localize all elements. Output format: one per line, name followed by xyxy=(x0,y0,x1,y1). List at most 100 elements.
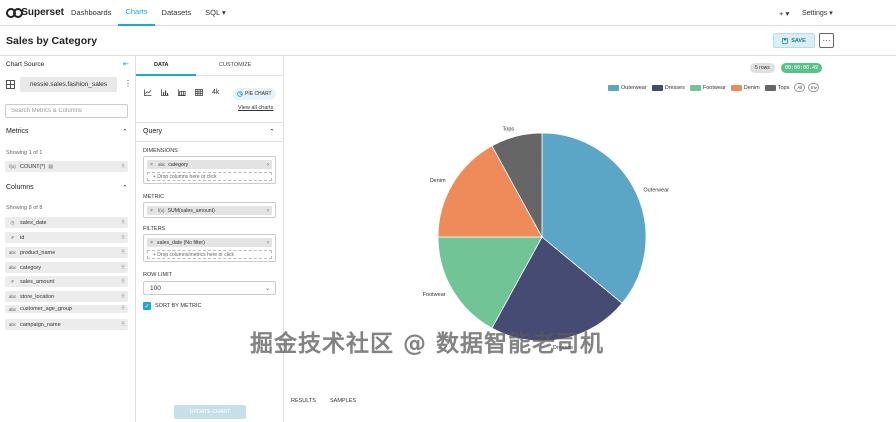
column-item[interactable]: # id ⠿ xyxy=(5,232,128,243)
dataset-menu-icon[interactable]: ⋮ xyxy=(124,79,132,88)
string-icon: abc xyxy=(158,162,166,167)
dataset-name[interactable]: nessie.sales.fashion_sales xyxy=(20,77,117,92)
metric-item[interactable]: f(x) COUNT(*) ▤ ⠿ xyxy=(5,161,128,172)
metrics-chevron-icon[interactable]: ⌃ xyxy=(122,128,128,136)
tab-customize[interactable]: CUSTOMIZE xyxy=(219,62,251,68)
string-icon: abc xyxy=(8,265,17,270)
sort-by-metric-label: SORT BY METRIC xyxy=(155,303,202,309)
remove-icon[interactable]: × xyxy=(150,162,153,168)
recent-viz-types: 4k xyxy=(144,89,219,96)
add-new-menu[interactable]: + ▾ xyxy=(779,9,789,18)
function-icon: f(x) xyxy=(9,164,16,169)
drag-handle-icon[interactable]: ⠿ xyxy=(121,164,125,170)
chevron-right-icon[interactable]: › xyxy=(267,240,269,246)
chevron-right-icon[interactable]: › xyxy=(267,208,269,214)
update-chart-button[interactable]: UPDATE CHART xyxy=(174,405,246,419)
function-icon: f(x) xyxy=(158,208,165,213)
chart-area: 5 rows 00:00:00.49 Outerwear Dresses Foo… xyxy=(284,56,896,422)
pie-label: Outerwear xyxy=(643,187,669,193)
histogram-icon[interactable] xyxy=(178,89,186,96)
dimensions-field: × abc category › + Drop columns here or … xyxy=(143,156,276,184)
metric-field: × f(x) SUM(sales_amount) › xyxy=(143,202,276,218)
bar-chart-icon[interactable] xyxy=(161,89,169,96)
brand-logo[interactable]: Superset xyxy=(0,7,64,18)
viz-type-pill[interactable]: PIE CHART xyxy=(233,88,276,100)
metrics-count: Showing 1 of 1 xyxy=(6,150,43,156)
sort-by-metric-checkbox[interactable]: ✓ xyxy=(143,302,151,310)
watermark-text: 掘金技术社区 @ 数据智能老司机 xyxy=(250,331,605,357)
drag-handle-icon[interactable]: ⠿ xyxy=(121,322,125,328)
column-item[interactable]: abc campaign_name ⠿ xyxy=(5,319,128,330)
big-number-icon[interactable]: 4k xyxy=(212,89,219,96)
column-item[interactable]: abc category ⠿ xyxy=(5,262,128,273)
tab-results[interactable]: RESULTS xyxy=(291,398,316,404)
metric-chip[interactable]: × f(x) SUM(sales_amount) › xyxy=(147,206,272,215)
metrics-section-title[interactable]: Metrics xyxy=(6,128,29,135)
search-metrics-input[interactable] xyxy=(5,104,128,118)
table-icon[interactable] xyxy=(195,89,203,96)
chevron-right-icon[interactable]: › xyxy=(267,162,269,168)
string-icon: abc xyxy=(8,250,17,255)
filter-chip[interactable]: × sales_date (No filter) › xyxy=(147,238,272,247)
remove-icon[interactable]: × xyxy=(150,240,153,246)
chart-source-label: Chart Source xyxy=(6,61,45,68)
drag-handle-icon[interactable]: ⠿ xyxy=(121,306,125,312)
column-item[interactable]: abc product_name ⠿ xyxy=(5,247,128,258)
tab-samples[interactable]: SAMPLES xyxy=(330,398,356,404)
nav-charts[interactable]: Charts xyxy=(118,0,155,26)
pie-label: Denim xyxy=(430,178,446,184)
query-chevron-icon[interactable]: ⌃ xyxy=(269,128,275,136)
column-item[interactable]: # sales_amount ⠿ xyxy=(5,276,128,287)
active-tab-indicator xyxy=(136,74,196,76)
string-icon: abc xyxy=(8,306,17,312)
viz-type-label: PIE CHART xyxy=(245,91,272,97)
dimensions-drop-zone[interactable]: + Drop columns here or click xyxy=(147,172,272,181)
nav-datasets[interactable]: Datasets xyxy=(155,0,199,26)
columns-section-title[interactable]: Columns xyxy=(6,184,34,191)
drag-handle-icon[interactable]: ⠿ xyxy=(121,235,125,241)
numeric-icon: # xyxy=(11,279,14,284)
page-title[interactable]: Sales by Category xyxy=(6,35,97,47)
drag-handle-icon[interactable]: ⠿ xyxy=(121,250,125,256)
pie-chart-icon xyxy=(237,91,243,97)
column-item[interactable]: abc customer_age_group ⠿ xyxy=(5,305,128,313)
query-section[interactable]: Query ⌃ xyxy=(136,122,284,142)
collapse-panel-icon[interactable]: ⇤ xyxy=(123,60,129,68)
string-icon: abc xyxy=(8,322,17,327)
top-nav: Superset Dashboards Charts Datasets SQL … xyxy=(0,0,896,26)
save-icon xyxy=(782,37,788,44)
tab-data[interactable]: DATA xyxy=(154,62,168,68)
chart-header: Sales by Category SAVE ··· xyxy=(0,26,896,56)
drag-handle-icon[interactable]: ⠿ xyxy=(121,279,125,285)
dimensions-label: DIMENSIONS xyxy=(143,148,178,154)
brand-name: Superset xyxy=(21,7,64,18)
view-all-charts-link[interactable]: View all charts xyxy=(238,105,273,111)
settings-menu[interactable]: Settings ▾ xyxy=(802,9,833,17)
pie-label: Footwear xyxy=(423,292,446,298)
column-item[interactable]: ◷ sales_date ⠿ xyxy=(5,217,128,228)
metric-label: METRIC xyxy=(143,194,165,200)
column-item[interactable]: abc store_location ⠿ xyxy=(5,291,128,302)
nav-sql[interactable]: SQL ▾ xyxy=(198,0,233,26)
dimension-chip[interactable]: × abc category › xyxy=(147,160,272,169)
save-button[interactable]: SAVE xyxy=(773,33,815,48)
dataset-panel: Chart Source ⇤ nessie.sales.fashion_sale… xyxy=(0,56,136,422)
drag-handle-icon[interactable]: ⠿ xyxy=(121,220,125,226)
pie-label: Tops xyxy=(503,127,515,133)
control-panel: DATA CUSTOMIZE 4k PIE CHART View all cha… xyxy=(136,56,284,422)
dataset-table-icon xyxy=(6,80,15,89)
more-options-button[interactable]: ··· xyxy=(819,33,834,48)
line-chart-icon[interactable] xyxy=(144,89,152,96)
columns-count: Showing 8 of 8 xyxy=(6,205,43,211)
drag-handle-icon[interactable]: ⠿ xyxy=(121,265,125,271)
filters-drop-zone[interactable]: + Drop columns/metrics here or click xyxy=(147,250,272,259)
drag-handle-icon[interactable]: ⠿ xyxy=(121,294,125,300)
row-limit-select[interactable]: 100 ⌄ xyxy=(143,281,276,295)
nav-dashboards[interactable]: Dashboards xyxy=(64,0,118,26)
sql-expression-icon: ▤ xyxy=(48,163,54,170)
columns-chevron-icon[interactable]: ⌃ xyxy=(122,184,128,192)
remove-icon[interactable]: × xyxy=(150,208,153,214)
control-tabs: DATA CUSTOMIZE xyxy=(136,56,284,76)
query-section-title: Query xyxy=(143,128,163,135)
row-limit-label: ROW LIMIT xyxy=(143,272,173,278)
